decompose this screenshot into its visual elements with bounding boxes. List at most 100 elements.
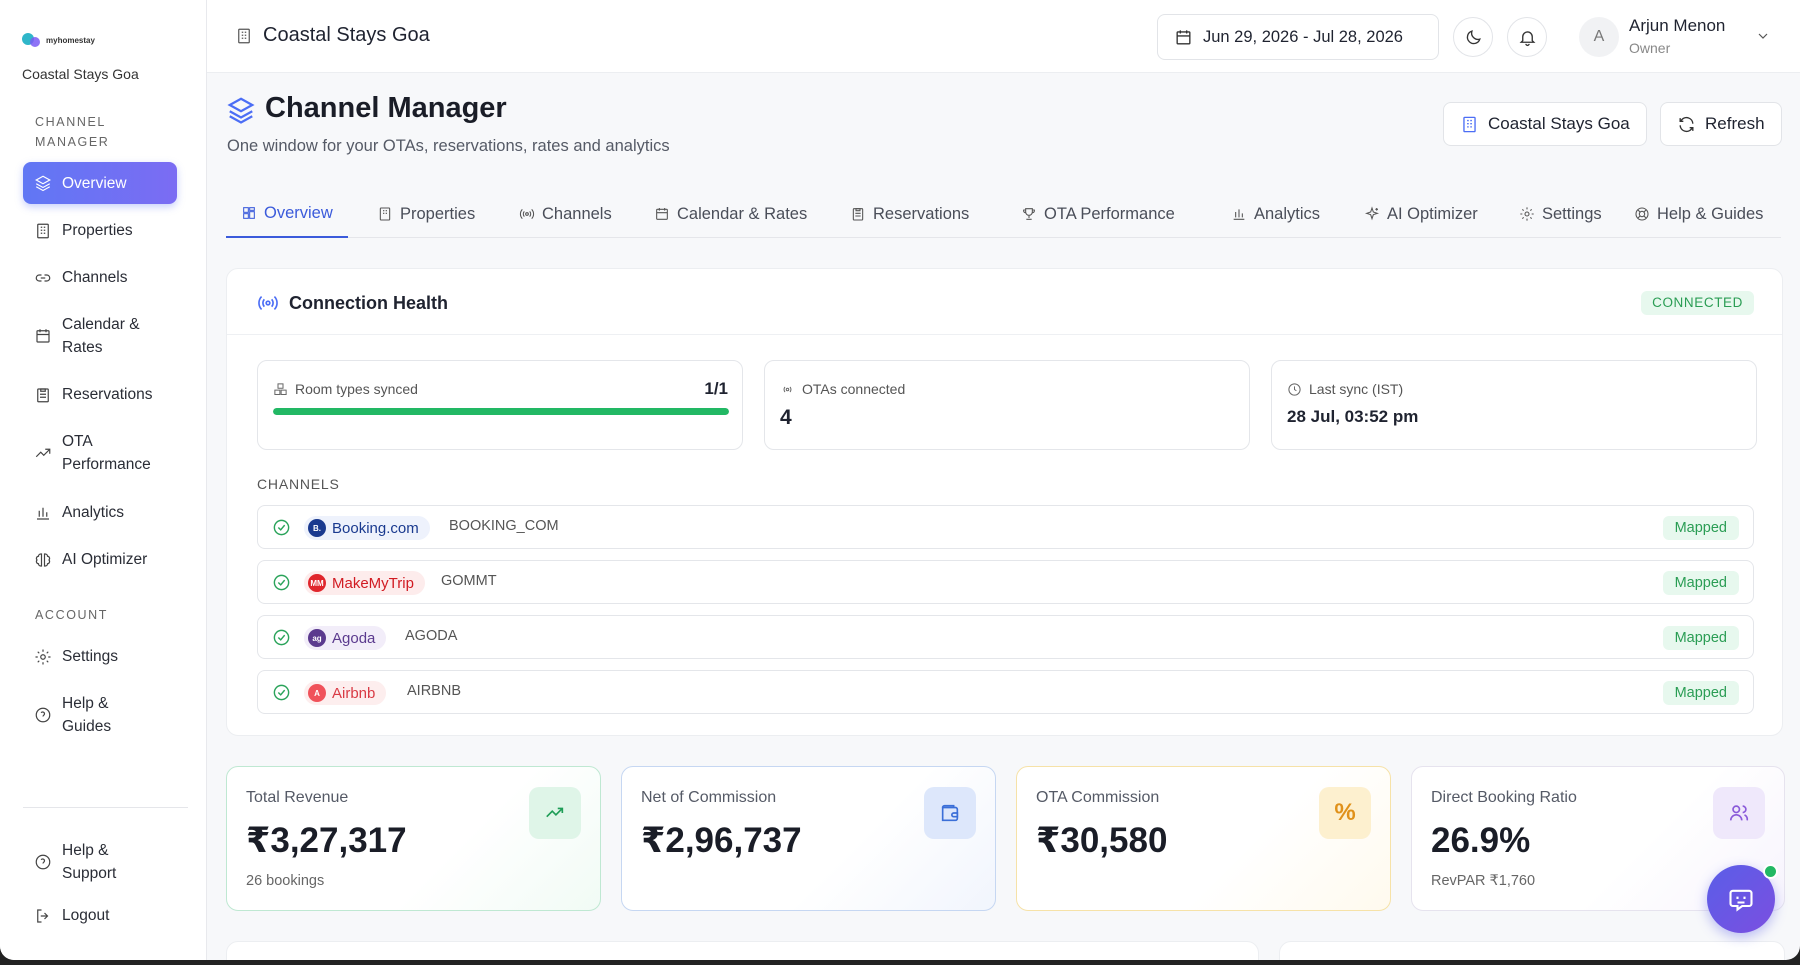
refresh-button[interactable]: Refresh <box>1660 102 1782 146</box>
sidebar-item-settings[interactable]: Settings <box>23 645 177 668</box>
sidebar-item-label: Properties <box>62 222 133 239</box>
tab-settings[interactable]: Settings <box>1504 190 1617 238</box>
tab-help-guides[interactable]: Help & Guides <box>1619 190 1778 238</box>
bar-chart-icon <box>1233 209 1245 220</box>
channel-row[interactable]: ag Agoda AGODA Mapped <box>257 615 1754 659</box>
room-types-stat: Room types synced 1/1 <box>257 360 743 450</box>
tab-ai-optimizer[interactable]: AI Optimizer <box>1349 190 1493 238</box>
sidebar-item-label: Overview <box>62 174 127 192</box>
tab-label: Settings <box>1542 204 1602 223</box>
bottom-card-left <box>226 941 1259 960</box>
sidebar-item-calendar-rates[interactable]: Calendar & Rates <box>23 313 177 359</box>
sidebar-item-properties[interactable]: Properties <box>23 219 177 242</box>
sidebar-item-overview[interactable]: Overview <box>23 162 177 204</box>
trending-up-icon <box>546 807 564 818</box>
status-badge: CONNECTED <box>1641 291 1754 315</box>
tab-ota-performance[interactable]: OTA Performance <box>1006 190 1190 238</box>
mapped-badge: Mapped <box>1662 681 1739 705</box>
notifications-button[interactable] <box>1507 17 1547 57</box>
sidebar-item-reservations[interactable]: Reservations <box>23 383 177 406</box>
tab-label: Help & Guides <box>1657 204 1764 223</box>
otas-connected-stat: OTAs connected 4 <box>764 360 1250 450</box>
layers-icon <box>35 175 51 192</box>
sidebar-item-label: Calendar & Rates <box>62 316 140 356</box>
sidebar-item-label: Reservations <box>62 386 153 403</box>
kpi-value: ₹3,27,317 <box>246 821 407 860</box>
tab-channels[interactable]: Channels <box>504 190 627 238</box>
bell-icon <box>1519 30 1535 46</box>
lifebuoy-icon <box>1635 207 1649 221</box>
theme-toggle-button[interactable] <box>1453 17 1493 57</box>
tab-reservations[interactable]: Reservations <box>835 190 984 238</box>
mapped-badge: Mapped <box>1662 516 1739 540</box>
trophy-icon <box>1023 208 1035 220</box>
sidebar-item-help-support[interactable]: Help & Support <box>23 839 177 885</box>
channel-pill: B. Booking.com <box>304 516 430 540</box>
sidebar-item-help-guides[interactable]: Help & Guides <box>23 692 177 738</box>
tab-label: Reservations <box>873 204 970 223</box>
kpi-label: Direct Booking Ratio <box>1431 789 1577 806</box>
channel-pill: MM MakeMyTrip <box>304 571 425 595</box>
percent-icon: % <box>1319 787 1371 839</box>
tab-calendar-rates[interactable]: Calendar & Rates <box>639 190 822 238</box>
top-property-title: Coastal Stays Goa <box>235 24 430 47</box>
chevron-down-icon[interactable] <box>1755 28 1771 44</box>
help-icon <box>35 707 51 723</box>
channel-row[interactable]: B. Booking.com BOOKING_COM Mapped <box>257 505 1754 549</box>
channel-name: Airbnb <box>332 684 376 702</box>
channel-row[interactable]: MM MakeMyTrip GOMMT Mapped <box>257 560 1754 604</box>
building-icon <box>238 28 250 43</box>
sidebar-item-analytics[interactable]: Analytics <box>23 501 177 524</box>
sidebar-item-ai-optimizer[interactable]: AI Optimizer <box>23 548 177 571</box>
calendar-icon <box>1176 29 1191 45</box>
avatar[interactable]: A <box>1579 17 1619 57</box>
tab-overview[interactable]: Overview <box>226 190 348 238</box>
sidebar-item-ota-performance[interactable]: OTA Performance <box>23 430 177 476</box>
trending-icon <box>35 448 51 458</box>
channel-logo-icon: MM <box>308 574 326 592</box>
sidebar-item-label: Channels <box>62 269 128 286</box>
page-subtitle: One window for your OTAs, reservations, … <box>227 137 670 155</box>
sidebar-item-channels[interactable]: Channels <box>23 266 177 289</box>
building-icon <box>37 223 49 238</box>
kpi-icon-box <box>924 787 976 839</box>
moon-icon <box>1466 29 1481 44</box>
channel-code: AGODA <box>405 628 458 644</box>
online-status-dot <box>1763 864 1778 879</box>
sidebar: myhomestay Coastal Stays Goa CHANNEL MAN… <box>0 0 207 960</box>
tab-analytics[interactable]: Analytics <box>1216 190 1335 238</box>
sidebar-item-logout[interactable]: Logout <box>23 904 177 927</box>
tab-properties[interactable]: Properties <box>362 190 490 238</box>
date-range-picker[interactable]: Jun 29, 2026 - Jul 28, 2026 <box>1157 14 1439 60</box>
top-title-text: Coastal Stays Goa <box>263 24 430 46</box>
stat-label: Room types synced <box>273 381 418 397</box>
progress-fill <box>273 408 729 415</box>
user-name[interactable]: Arjun Menon <box>1629 16 1725 36</box>
date-range-text: Jun 29, 2026 - Jul 28, 2026 <box>1203 27 1403 46</box>
sidebar-item-label: Help & Guides <box>62 695 112 735</box>
sidebar-section-account: ACCOUNT <box>35 608 109 622</box>
sidebar-section-channel-manager: CHANNEL MANAGER <box>35 115 110 149</box>
check-circle-icon <box>273 574 290 591</box>
sidebar-property-name: Coastal Stays Goa <box>22 66 139 82</box>
kpi-subtext: 26 bookings <box>246 873 325 889</box>
kpi-value: 26.9% <box>1431 821 1531 860</box>
tab-label: OTA Performance <box>1044 204 1175 223</box>
channel-name: MakeMyTrip <box>332 574 414 592</box>
kpi-net-of-commission: Net of Commission ₹2,96,737 <box>621 766 996 911</box>
brand-logo[interactable]: myhomestay <box>22 32 95 48</box>
otas-label: OTAs connected <box>802 381 906 397</box>
calendar-icon <box>36 329 50 343</box>
card-title-text: Connection Health <box>289 292 449 313</box>
mapped-badge: Mapped <box>1662 571 1739 595</box>
channel-row[interactable]: A Airbnb AIRBNB Mapped <box>257 670 1754 714</box>
kpi-label: Net of Commission <box>641 789 777 806</box>
property-selector-button[interactable]: Coastal Stays Goa <box>1443 102 1647 146</box>
channels-heading: CHANNELS <box>257 476 340 492</box>
check-circle-icon <box>273 629 290 646</box>
sidebar-item-label: OTA Performance <box>62 433 151 473</box>
last-sync-stat: Last sync (IST) 28 Jul, 03:52 pm <box>1271 360 1757 450</box>
room-types-progress <box>273 408 729 415</box>
kpi-subtext: RevPAR ₹1,760 <box>1431 873 1536 889</box>
last-sync-label: Last sync (IST) <box>1309 381 1404 397</box>
